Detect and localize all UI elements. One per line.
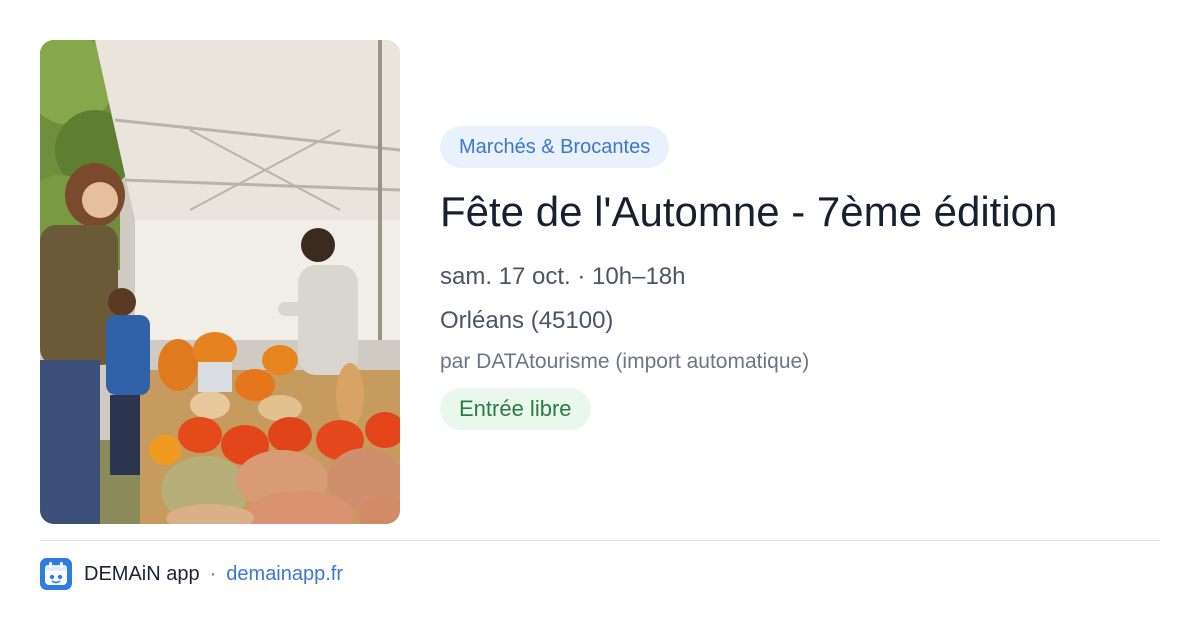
event-source: par DATAtourisme (import automatique) — [440, 350, 810, 373]
event-date-time: sam. 17 oct. · 10h–18h — [440, 263, 686, 290]
event-title: Fête de l'Automne - 7ème édition — [440, 188, 1058, 235]
event-location: Orléans (45100) — [440, 307, 614, 334]
demain-app-logo-icon[interactable] — [40, 558, 72, 590]
footer: DEMAiN app · demainapp.fr — [40, 558, 343, 590]
category-badge[interactable]: Marchés & Brocantes — [440, 126, 670, 168]
footer-divider — [40, 540, 1160, 541]
event-photo — [40, 40, 400, 524]
event-share-card: Marchés & Brocantes Fête de l'Automne - … — [0, 0, 1200, 630]
app-website-link[interactable]: demainapp.fr — [226, 563, 343, 586]
app-name: DEMAiN app — [84, 562, 200, 585]
event-info: Marchés & Brocantes Fête de l'Automne - … — [440, 126, 1160, 430]
price-badge: Entrée libre — [440, 388, 591, 430]
footer-separator: · — [209, 562, 217, 585]
